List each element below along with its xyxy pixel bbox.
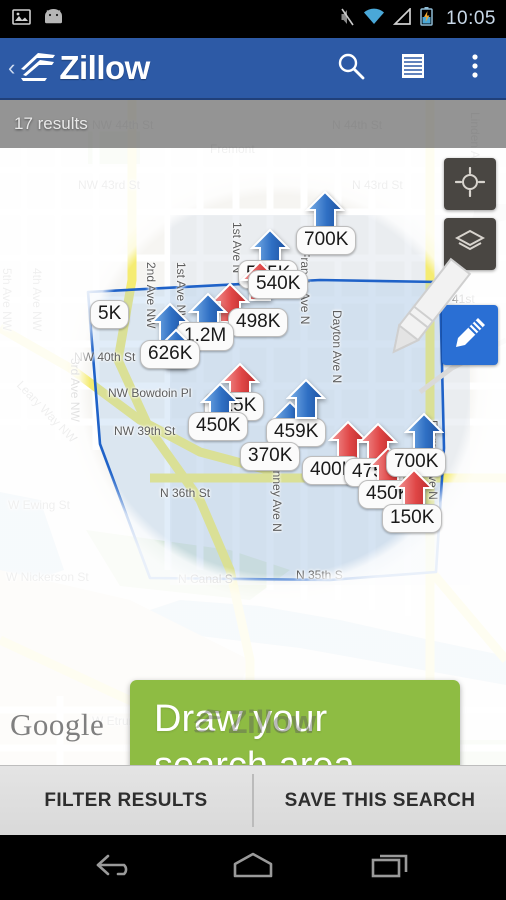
draw-search-area-button[interactable] — [442, 305, 498, 365]
android-status-bar: 10:05 — [0, 0, 506, 38]
street-label: N 36th St — [160, 486, 211, 500]
price-marker-pin[interactable] — [285, 378, 327, 420]
search-button[interactable] — [320, 37, 382, 99]
street-label: 3rd Ave NW — [68, 358, 82, 422]
street-label: 5th Ave NW — [0, 268, 14, 332]
street-label: Dayton Ave N — [330, 310, 344, 384]
street-label: NW 40th St — [74, 350, 136, 364]
street-label: N 43rd St — [352, 178, 403, 192]
image-icon — [12, 8, 31, 30]
up-chevron-icon[interactable]: ‹ — [8, 57, 15, 79]
bottom-action-bar: FILTER RESULTS SAVE THIS SEARCH — [0, 765, 506, 835]
status-bar-clock: 10:05 — [445, 8, 496, 29]
map-layers-button[interactable] — [444, 218, 496, 270]
price-marker-label[interactable]: 150K — [382, 504, 443, 533]
nav-home-button[interactable] — [218, 844, 288, 892]
status-bar-system-icons: 10:05 — [340, 6, 496, 31]
street-label: 4th Ave NW — [30, 268, 44, 332]
price-marker-label[interactable]: 370K — [240, 442, 301, 471]
street-label: N 41st — [440, 292, 475, 306]
android-icon — [43, 9, 64, 29]
search-icon — [336, 51, 366, 86]
draw-pencil-icon — [451, 314, 489, 357]
action-bar-buttons — [320, 37, 506, 99]
results-count-label: 17 results — [14, 114, 88, 133]
zillow-house-icon — [17, 49, 57, 88]
app-action-bar: ‹ Zillow — [0, 38, 506, 100]
google-watermark: Google — [10, 707, 105, 742]
street-label: NW Bowdoin Pl — [108, 386, 192, 400]
price-marker-label[interactable]: 5K — [90, 300, 130, 329]
price-marker-label[interactable]: 626K — [140, 340, 201, 369]
price-marker-label[interactable]: 540K — [248, 270, 309, 299]
status-bar-notifications — [12, 8, 64, 30]
street-label: N Canal S — [178, 572, 233, 586]
callout-line-2: search area. — [154, 743, 460, 765]
zillow-watermark-text: Zillow — [228, 704, 316, 740]
my-location-button[interactable] — [444, 158, 496, 210]
signal-icon — [392, 6, 412, 30]
zillow-app-screen: 10:05 ‹ Zillow Fremont NW 43rd St N 43rd… — [0, 0, 506, 900]
save-this-search-button[interactable]: SAVE THIS SEARCH — [254, 766, 506, 835]
brand-title: Zillow — [59, 49, 150, 86]
my-location-icon — [454, 166, 486, 202]
filter-results-button[interactable]: FILTER RESULTS — [0, 766, 252, 835]
zillow-map-watermark: Zillow — [190, 704, 316, 741]
zillow-watermark-house-icon — [190, 706, 224, 739]
price-marker-label[interactable]: 450K — [188, 412, 249, 441]
nav-recents-button[interactable] — [356, 844, 426, 892]
price-marker-label[interactable]: 700K — [296, 226, 357, 255]
zillow-brand[interactable]: Zillow — [17, 49, 150, 88]
home-icon — [231, 850, 275, 885]
wifi-icon — [363, 8, 385, 30]
battery-charging-icon — [420, 7, 433, 31]
back-icon — [94, 850, 136, 885]
map-view[interactable]: NW 44th StN 44th StFremontNW 43rd StN 43… — [0, 100, 506, 765]
price-marker-label[interactable]: 498K — [228, 308, 289, 337]
street-label: NW 43rd St — [78, 178, 141, 192]
list-view-button[interactable] — [382, 37, 444, 99]
street-label: NW 39th St — [114, 424, 176, 438]
street-label: N 35th S — [296, 568, 343, 582]
nav-back-button[interactable] — [80, 844, 150, 892]
list-view-icon — [399, 51, 427, 86]
overflow-menu-icon — [471, 51, 479, 86]
map-layers-icon — [454, 229, 486, 260]
recent-apps-icon — [370, 850, 412, 885]
street-label: W Ewing St — [8, 498, 71, 512]
mute-icon — [340, 8, 355, 31]
android-navigation-bar — [0, 835, 506, 900]
overflow-menu-button[interactable] — [444, 37, 506, 99]
street-label: W Nickerson St — [6, 570, 89, 584]
